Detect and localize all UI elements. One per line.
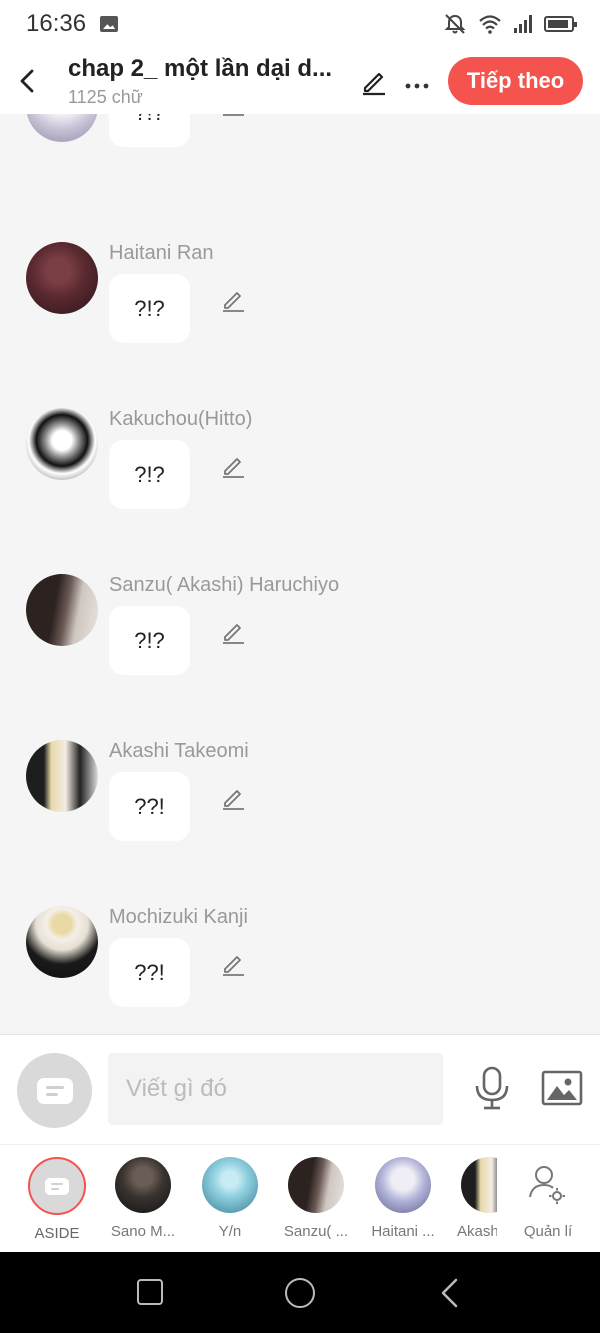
character-item[interactable]: Sano M... — [95, 1157, 191, 1240]
avatar[interactable] — [26, 574, 98, 646]
edit-message-icon[interactable] — [220, 784, 248, 812]
chat-message: Haitani Ran ?!? — [0, 242, 600, 408]
avatar — [461, 1157, 497, 1213]
chat-area[interactable]: ?!? Haitani Ran ?!? Kakuchou(Hitto) ?!? … — [0, 114, 600, 1034]
aside-icon — [36, 1077, 73, 1104]
message-input[interactable] — [108, 1053, 443, 1125]
chapter-title[interactable]: chap 2_ một lần dại d... — [68, 55, 344, 83]
sender-name: Sanzu( Akashi) Haruchiyo — [109, 574, 340, 596]
battery-icon — [544, 16, 577, 32]
character-aside[interactable]: ASIDE — [9, 1157, 105, 1242]
avatar — [115, 1157, 171, 1213]
message-bubble[interactable]: ?!? — [109, 606, 190, 675]
avatar[interactable] — [26, 740, 98, 812]
signal-icon — [514, 15, 532, 33]
system-back-icon[interactable] — [438, 1277, 462, 1309]
home-button[interactable] — [285, 1278, 315, 1308]
character-label: Quản lí — [523, 1223, 573, 1240]
next-button[interactable]: Tiếp theo — [448, 57, 583, 105]
word-count: 1125 chữ — [68, 86, 143, 107]
message-bubble[interactable]: ?!? — [109, 274, 190, 343]
system-nav-bar — [0, 1252, 600, 1333]
chat-message: ?!? — [0, 114, 600, 236]
character-label: Sanzu( ... — [283, 1223, 349, 1240]
message-bubble[interactable]: ??! — [109, 772, 190, 841]
character-label: Y/n — [218, 1223, 242, 1240]
back-button[interactable] — [0, 54, 54, 108]
status-icons — [444, 13, 577, 35]
character-label: ASIDE — [34, 1225, 80, 1242]
avatar — [288, 1157, 344, 1213]
character-label: Akash — [457, 1223, 497, 1240]
aside-icon — [45, 1177, 69, 1195]
user-gear-icon — [529, 1166, 565, 1204]
more-dots-icon — [405, 83, 429, 89]
edit-message-icon[interactable] — [220, 286, 248, 314]
edit-title-button[interactable] — [358, 65, 390, 97]
bell-muted-icon — [444, 14, 466, 34]
manage-characters-button[interactable]: Quản lí — [500, 1157, 596, 1240]
aside-button[interactable] — [17, 1053, 92, 1128]
edit-message-icon[interactable] — [220, 452, 248, 480]
message-bubble[interactable]: ?!? — [109, 114, 190, 147]
character-bar: ASIDE Sano M... Y/n Sanzu( ... Haitani .… — [0, 1144, 600, 1252]
edit-message-icon[interactable] — [220, 618, 248, 646]
message-bubble[interactable]: ??! — [109, 938, 190, 1007]
chat-message: Mochizuki Kanji ??! — [0, 906, 600, 1034]
chat-message: Sanzu( Akashi) Haruchiyo ?!? — [0, 574, 600, 740]
edit-message-icon[interactable] — [220, 114, 248, 118]
chat-message: Kakuchou(Hitto) ?!? — [0, 408, 600, 574]
wifi-icon — [479, 15, 501, 34]
pencil-icon — [363, 72, 385, 96]
character-label: Sano M... — [110, 1223, 176, 1240]
avatar[interactable] — [26, 408, 98, 480]
recent-apps-button[interactable] — [137, 1279, 163, 1305]
character-item[interactable]: Akash — [441, 1157, 497, 1240]
status-bar: 16:36 — [0, 0, 600, 48]
image-notification-icon — [100, 16, 119, 32]
aside-avatar — [28, 1157, 86, 1215]
status-time: 16:36 — [26, 10, 87, 37]
microphone-icon[interactable] — [472, 1065, 512, 1111]
character-label: Haitani ... — [371, 1223, 435, 1240]
avatar — [202, 1157, 258, 1213]
character-item[interactable]: Sanzu( ... — [268, 1157, 364, 1240]
character-item[interactable]: Y/n — [182, 1157, 278, 1240]
more-options-button[interactable] — [402, 71, 432, 91]
character-item[interactable]: Haitani ... — [355, 1157, 451, 1240]
chevron-left-icon — [20, 69, 34, 93]
avatar[interactable] — [26, 906, 98, 978]
title-block: chap 2_ một lần dại d... 1125 chữ — [68, 55, 344, 108]
sender-name: Haitani Ran — [109, 242, 214, 264]
editor-header: chap 2_ một lần dại d... 1125 chữ Tiếp t… — [0, 48, 600, 114]
sender-name: Akashi Takeomi — [109, 740, 249, 762]
avatar[interactable] — [26, 242, 98, 314]
message-bubble[interactable]: ?!? — [109, 440, 190, 509]
sender-name: Mochizuki Kanji — [109, 906, 248, 928]
avatar — [375, 1157, 431, 1213]
message-input-bar — [0, 1034, 600, 1144]
image-upload-icon[interactable] — [540, 1068, 584, 1108]
sender-name: Kakuchou(Hitto) — [109, 408, 253, 430]
edit-message-icon[interactable] — [220, 950, 248, 978]
chat-message: Akashi Takeomi ??! — [0, 740, 600, 906]
avatar[interactable] — [26, 114, 98, 142]
